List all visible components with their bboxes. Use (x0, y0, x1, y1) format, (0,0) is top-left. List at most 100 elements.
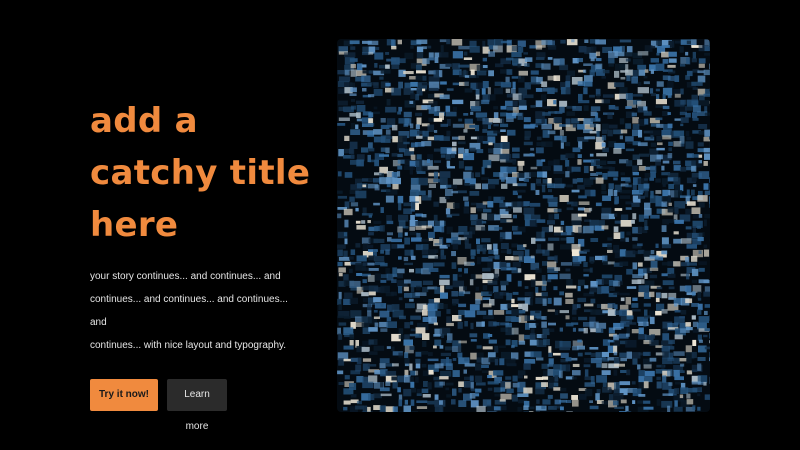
texture-speck (416, 190, 426, 196)
texture-speck (601, 99, 611, 104)
learn-more-button[interactable]: Learn more (167, 379, 227, 432)
texture-speck (481, 238, 491, 243)
texture-speck (691, 58, 697, 63)
texture-speck (463, 113, 469, 116)
texture-speck (397, 375, 405, 383)
texture-speck (661, 178, 669, 185)
texture-speck (385, 82, 391, 87)
texture-speck (374, 52, 384, 60)
texture-speck (529, 406, 535, 410)
texture-speck (643, 76, 648, 79)
texture-speck (565, 87, 571, 95)
texture-speck (535, 310, 540, 314)
texture-speck (415, 358, 421, 363)
texture-speck (691, 189, 695, 196)
texture-speck (530, 279, 536, 287)
texture-speck (686, 358, 692, 364)
texture-speck (481, 88, 486, 95)
texture-speck (416, 171, 426, 174)
texture-speck (613, 327, 622, 330)
texture-speck (698, 250, 702, 254)
texture-speck (554, 310, 559, 316)
texture-speck (386, 316, 392, 322)
texture-speck (512, 214, 517, 219)
texture-speck (488, 70, 494, 77)
texture-speck (674, 322, 679, 326)
texture-speck (391, 153, 398, 157)
texture-speck (553, 117, 562, 123)
texture-speck (458, 340, 467, 344)
texture-speck (668, 202, 672, 206)
texture-speck (398, 394, 403, 401)
texture-speck (685, 130, 690, 137)
texture-speck (668, 51, 677, 57)
texture-speck (379, 387, 390, 392)
texture-speck (440, 81, 447, 85)
texture-speck (638, 285, 649, 293)
texture-speck (421, 195, 432, 201)
texture-speck (487, 381, 499, 385)
texture-speck (697, 291, 702, 300)
texture-speck (674, 93, 681, 98)
texture-speck (686, 273, 690, 280)
texture-speck (613, 226, 619, 232)
texture-speck (595, 160, 607, 166)
texture-speck (535, 322, 539, 326)
texture-speck (692, 339, 697, 346)
texture-speck (421, 363, 427, 368)
texture-speck (583, 87, 588, 95)
texture-speck (356, 112, 361, 119)
texture-speck (698, 261, 707, 266)
texture-speck (698, 171, 710, 179)
texture-speck (607, 249, 613, 253)
texture-speck (356, 159, 364, 167)
texture-speck (397, 165, 403, 170)
texture-speck (476, 207, 483, 212)
texture-speck (500, 129, 506, 132)
texture-speck (553, 387, 561, 391)
texture-speck (650, 250, 655, 255)
texture-speck (662, 219, 669, 225)
texture-speck (607, 129, 613, 137)
texture-speck (559, 370, 563, 379)
texture-speck (673, 231, 679, 235)
texture-speck (704, 394, 710, 400)
texture-speck (434, 130, 438, 133)
texture-speck (667, 369, 673, 377)
texture-speck (373, 310, 378, 313)
texture-speck (350, 154, 355, 159)
texture-speck (409, 226, 415, 231)
texture-speck (559, 130, 564, 136)
texture-speck (619, 261, 629, 266)
try-it-now-button[interactable]: Try it now! (90, 379, 158, 411)
texture-speck (505, 208, 511, 212)
texture-speck (350, 129, 361, 135)
texture-speck (517, 370, 526, 375)
texture-speck (404, 375, 411, 383)
texture-speck (698, 316, 709, 323)
texture-speck (560, 232, 568, 236)
texture-speck (476, 149, 484, 154)
texture-speck (649, 45, 656, 49)
texture-speck (595, 328, 604, 333)
texture-speck (709, 39, 710, 47)
texture-speck (397, 39, 402, 45)
texture-speck (434, 249, 439, 253)
texture-speck (523, 141, 533, 146)
texture-speck (541, 165, 551, 171)
texture-speck (422, 394, 431, 398)
texture-speck (583, 274, 589, 277)
texture-speck (661, 250, 668, 255)
texture-speck (464, 310, 476, 318)
texture-speck (703, 183, 709, 190)
texture-speck (380, 118, 386, 123)
texture-speck (488, 51, 495, 57)
texture-speck (625, 237, 629, 242)
hero-title-line: add a (90, 101, 198, 141)
texture-speck (386, 99, 391, 106)
texture-speck (686, 244, 697, 249)
texture-speck (643, 406, 654, 410)
texture-speck (404, 322, 410, 329)
texture-speck (517, 406, 522, 412)
texture-speck (356, 105, 366, 112)
